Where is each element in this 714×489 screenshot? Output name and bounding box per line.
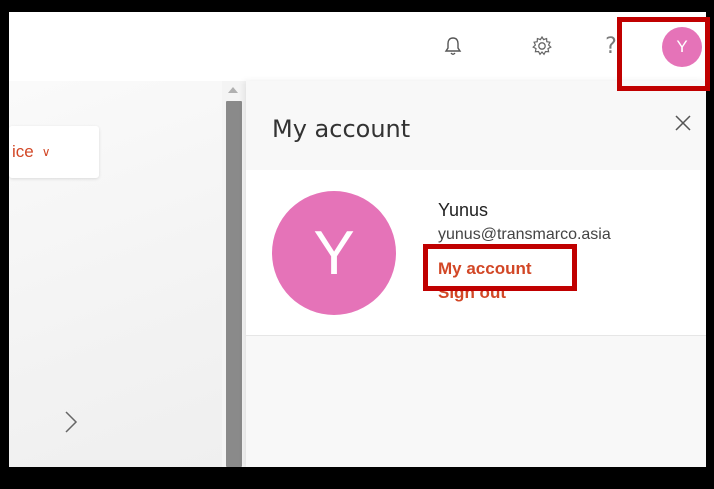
scroll-thumb[interactable]: [226, 101, 242, 467]
help-icon[interactable]: ?: [595, 30, 627, 62]
close-icon[interactable]: [671, 111, 695, 135]
help-glyph: ?: [605, 33, 617, 59]
account-panel: My account Y Yunus yunus@transmarco.asia…: [246, 81, 706, 467]
chevron-right-icon[interactable]: [59, 407, 83, 437]
top-bar: ? Y: [9, 12, 706, 81]
gear-icon[interactable]: [526, 30, 558, 62]
panel-title: My account: [272, 115, 411, 143]
sign-out-link[interactable]: Sign out: [438, 283, 506, 303]
chevron-down-icon: ∨: [41, 145, 51, 159]
user-name: Yunus: [438, 200, 489, 220]
account-card: Y Yunus yunus@transmarco.asia My account…: [246, 170, 706, 336]
office-dropdown-label: ice: [12, 142, 34, 161]
avatar: Y: [272, 191, 396, 315]
scrollbar[interactable]: [222, 81, 246, 467]
scroll-up-arrow[interactable]: [228, 87, 238, 93]
page-background: ice ∨: [9, 81, 222, 467]
user-email: yunus@transmarco.asia: [438, 226, 611, 243]
avatar-button[interactable]: Y: [662, 27, 702, 67]
bell-icon[interactable]: [437, 30, 469, 62]
office-dropdown[interactable]: ice ∨: [9, 126, 99, 178]
my-account-link[interactable]: My account: [438, 259, 532, 279]
browser-frame: ? Y ice ∨ My account Y Yunus yunus@trans…: [9, 12, 706, 467]
